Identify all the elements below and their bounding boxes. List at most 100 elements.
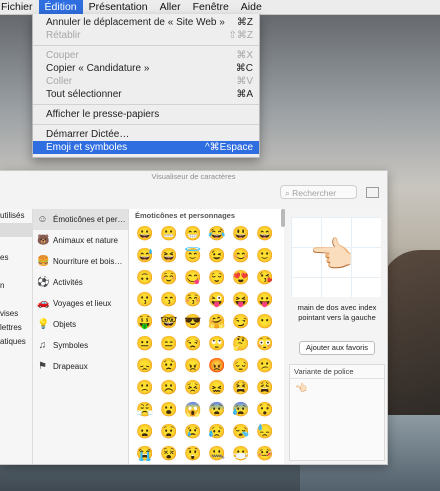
- emoji-cell[interactable]: 😉: [205, 245, 229, 265]
- emoji-cell[interactable]: 😯: [253, 399, 277, 419]
- emoji-cell[interactable]: 😛: [253, 289, 277, 309]
- emoji-cell[interactable]: 😅: [133, 245, 157, 265]
- emoji-cell[interactable]: 😇: [181, 245, 205, 265]
- edit-menu-item[interactable]: Tout sélectionner ⌘A: [33, 88, 259, 101]
- collection-item[interactable]: es: [0, 251, 32, 265]
- emoji-cell[interactable]: 🤒: [253, 443, 277, 463]
- collection-item[interactable]: [0, 237, 32, 251]
- menu-fenetre[interactable]: Fenêtre: [187, 0, 235, 14]
- emoji-cell[interactable]: 😙: [157, 289, 181, 309]
- category-item[interactable]: 🍔 Nourriture et bois…: [33, 251, 128, 272]
- emoji-cell[interactable]: 😨: [205, 399, 229, 419]
- collection-item[interactable]: n: [0, 279, 32, 293]
- emoji-cell[interactable]: 😜: [205, 289, 229, 309]
- edit-menu-item[interactable]: Copier « Candidature » ⌘C: [33, 62, 259, 75]
- emoji-cell[interactable]: 😰: [229, 399, 253, 419]
- emoji-cell[interactable]: 😒: [181, 333, 205, 353]
- emoji-cell[interactable]: 😏: [229, 311, 253, 331]
- sidebar-toggle-button[interactable]: [366, 187, 379, 198]
- collection-item[interactable]: [0, 223, 32, 237]
- category-item[interactable]: 🐻 Animaux et nature: [33, 230, 128, 251]
- emoji-cell[interactable]: 🤔: [229, 333, 253, 353]
- emoji-cell[interactable]: 🙂: [253, 245, 277, 265]
- emoji-cell[interactable]: 😣: [181, 377, 205, 397]
- emoji-cell[interactable]: 😪: [229, 421, 253, 441]
- emoji-cell[interactable]: ☹️: [157, 377, 181, 397]
- menu-edition[interactable]: Édition: [38, 0, 83, 14]
- collection-item[interactable]: atiques: [0, 335, 32, 349]
- emoji-cell[interactable]: 😲: [181, 443, 205, 463]
- category-item[interactable]: ☺ Émoticônes et per…: [33, 209, 128, 230]
- emoji-cell[interactable]: 😎: [181, 311, 205, 331]
- emoji-cell[interactable]: 😕: [253, 355, 277, 375]
- emoji-cell[interactable]: 😵: [157, 443, 181, 463]
- emoji-cell[interactable]: 😢: [181, 421, 205, 441]
- emoji-cell[interactable]: 😀: [133, 223, 157, 243]
- emoji-cell[interactable]: 😓: [253, 421, 277, 441]
- emoji-cell[interactable]: 😔: [229, 355, 253, 375]
- emoji-cell[interactable]: 🤑: [133, 311, 157, 331]
- category-item[interactable]: ⚽ Activités: [33, 272, 128, 293]
- collection-item[interactable]: lettres: [0, 321, 32, 335]
- emoji-cell[interactable]: 😠: [181, 355, 205, 375]
- emoji-cell[interactable]: 😷: [229, 443, 253, 463]
- emoji-cell[interactable]: 😦: [133, 421, 157, 441]
- emoji-cell[interactable]: 😡: [205, 355, 229, 375]
- menu-aide[interactable]: Aide: [235, 0, 268, 14]
- emoji-cell[interactable]: 😩: [253, 377, 277, 397]
- emoji-cell[interactable]: 😥: [205, 421, 229, 441]
- emoji-cell[interactable]: 😁: [181, 223, 205, 243]
- emoji-cell[interactable]: 😫: [229, 377, 253, 397]
- font-variant-item[interactable]: 👈🏻: [290, 379, 384, 394]
- emoji-cell[interactable]: 😬: [157, 223, 181, 243]
- collection-item[interactable]: utilisés: [0, 209, 32, 223]
- emoji-cell[interactable]: 😗: [133, 289, 157, 309]
- edit-menu-item[interactable]: Démarrer Dictée…: [33, 128, 259, 141]
- category-item[interactable]: 🚗 Voyages et lieux: [33, 293, 128, 314]
- menu-presentation[interactable]: Présentation: [83, 0, 154, 14]
- emoji-cell[interactable]: 😂: [205, 223, 229, 243]
- emoji-cell[interactable]: 😆: [157, 245, 181, 265]
- search-field[interactable]: ⌕ Rechercher: [280, 185, 357, 199]
- add-to-favorites-button[interactable]: Ajouter aux favoris: [299, 341, 375, 355]
- emoji-cell[interactable]: 😧: [157, 421, 181, 441]
- emoji-cell[interactable]: 😋: [181, 267, 205, 287]
- emoji-cell[interactable]: 🙁: [133, 377, 157, 397]
- emoji-cell[interactable]: 😑: [157, 333, 181, 353]
- emoji-cell[interactable]: ☺️: [157, 267, 181, 287]
- edit-menu-item[interactable]: Annuler le déplacement de « Site Web » ⌘Z: [33, 16, 259, 29]
- emoji-cell[interactable]: 😄: [253, 223, 277, 243]
- emoji-cell[interactable]: 🙃: [133, 267, 157, 287]
- edit-menu-item[interactable]: Afficher le presse-papiers: [33, 108, 259, 121]
- emoji-cell[interactable]: 😶: [253, 311, 277, 331]
- emoji-cell[interactable]: 😞: [133, 355, 157, 375]
- emoji-cell[interactable]: 🤓: [157, 311, 181, 331]
- collection-item[interactable]: [0, 265, 32, 279]
- emoji-cell[interactable]: 🤐: [205, 443, 229, 463]
- menu-aller[interactable]: Aller: [154, 0, 187, 14]
- emoji-cell[interactable]: 😭: [133, 443, 157, 463]
- emoji-cell[interactable]: 😐: [133, 333, 157, 353]
- emoji-cell[interactable]: 😘: [253, 267, 277, 287]
- emoji-cell[interactable]: 😤: [133, 399, 157, 419]
- category-item[interactable]: 💡 Objets: [33, 314, 128, 335]
- emoji-cell[interactable]: 🙄: [205, 333, 229, 353]
- category-item[interactable]: ⚑ Drapeaux: [33, 356, 128, 377]
- emoji-cell[interactable]: 😝: [229, 289, 253, 309]
- emoji-cell[interactable]: 😌: [205, 267, 229, 287]
- menu-fichier[interactable]: Fichier: [0, 0, 39, 14]
- emoji-cell[interactable]: 😊: [229, 245, 253, 265]
- emoji-cell[interactable]: 😍: [229, 267, 253, 287]
- edit-menu-item[interactable]: Emoji et symboles ^⌘Espace: [33, 141, 259, 154]
- emoji-cell[interactable]: 😳: [253, 333, 277, 353]
- collection-item[interactable]: [0, 293, 32, 307]
- collection-item[interactable]: vises: [0, 307, 32, 321]
- emoji-cell[interactable]: 🤗: [205, 311, 229, 331]
- emoji-cell[interactable]: 😚: [181, 289, 205, 309]
- emoji-cell[interactable]: 😱: [181, 399, 205, 419]
- emoji-cell[interactable]: 😖: [205, 377, 229, 397]
- emoji-cell[interactable]: 😟: [157, 355, 181, 375]
- emoji-cell[interactable]: 😃: [229, 223, 253, 243]
- category-item[interactable]: ♫ Symboles: [33, 335, 128, 356]
- emoji-cell[interactable]: 😮: [157, 399, 181, 419]
